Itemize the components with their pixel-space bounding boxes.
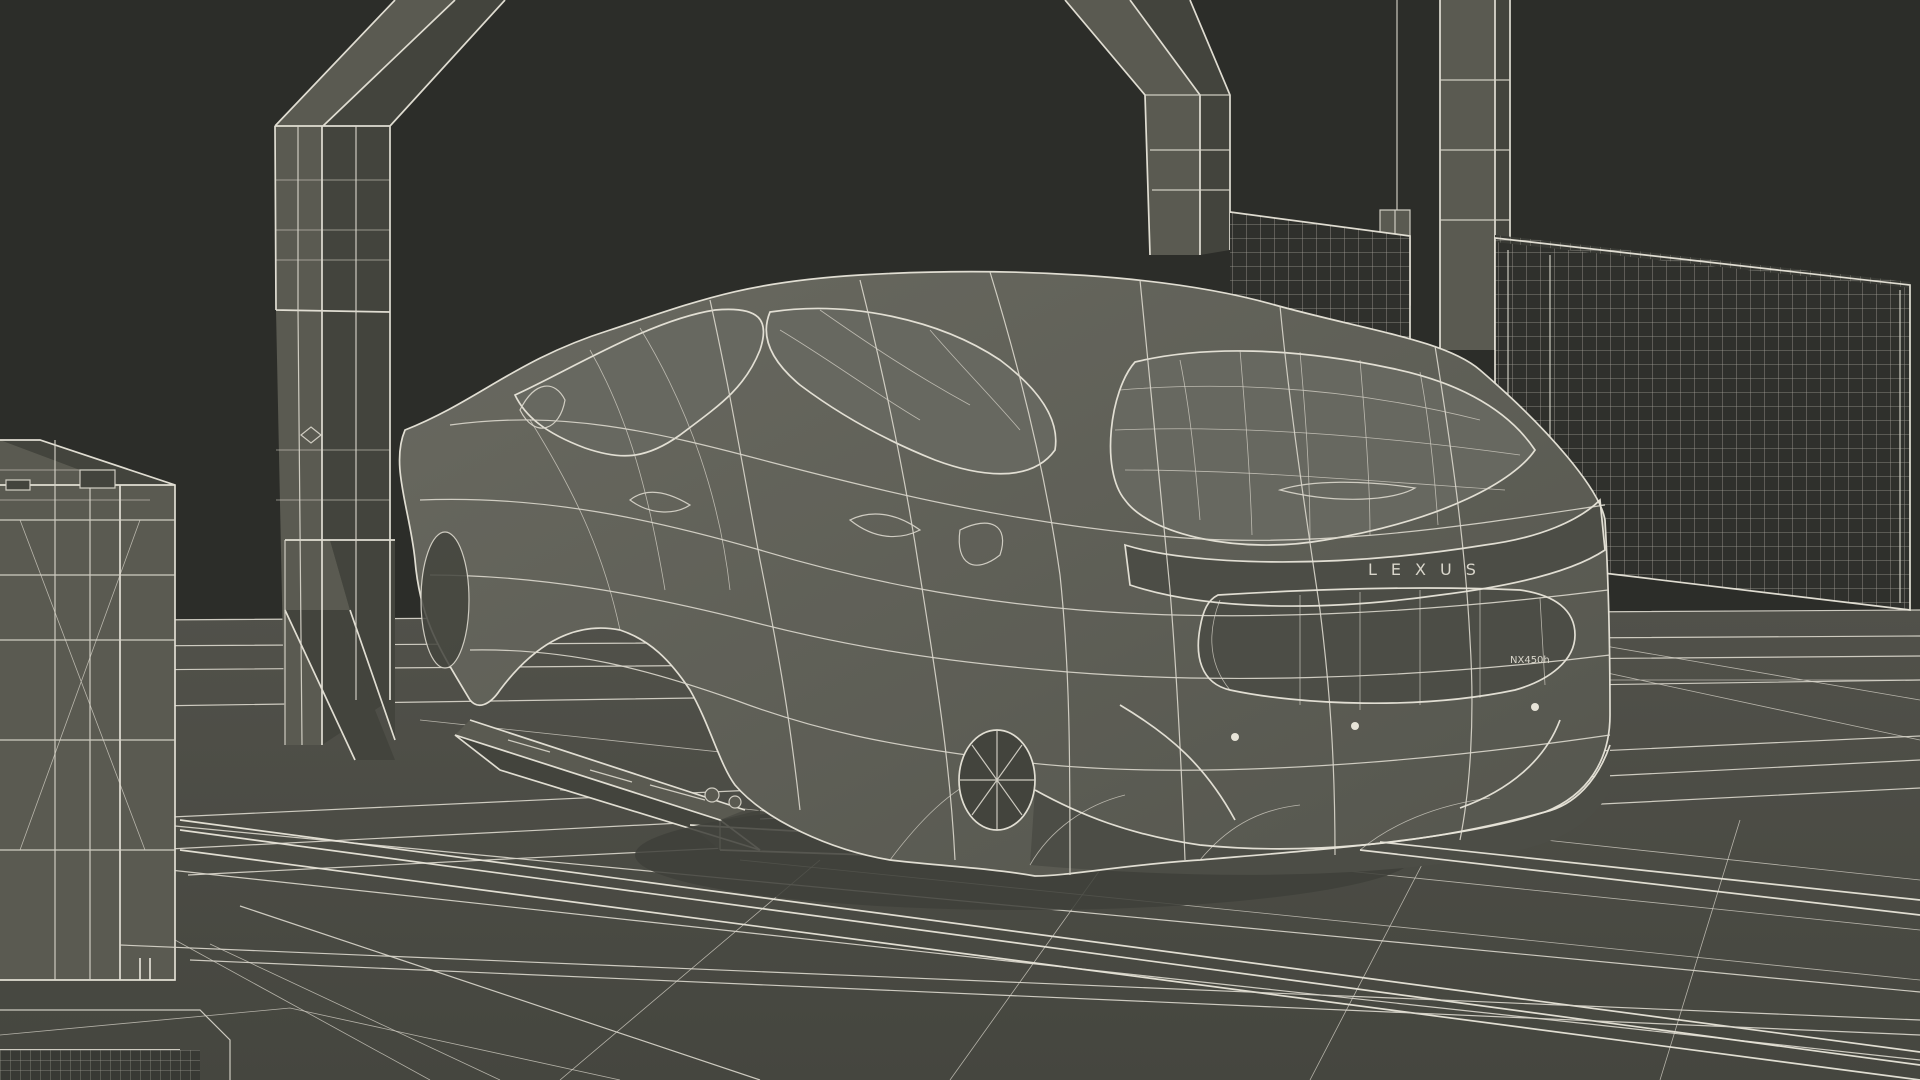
model-badge: NX450h xyxy=(1510,655,1550,666)
brand-badge: LEXUS xyxy=(1368,560,1490,579)
factory-wireframe-scene: LEXUS NX450h xyxy=(0,0,1920,1080)
wireframe-render: LEXUS NX450h xyxy=(0,0,1920,1080)
